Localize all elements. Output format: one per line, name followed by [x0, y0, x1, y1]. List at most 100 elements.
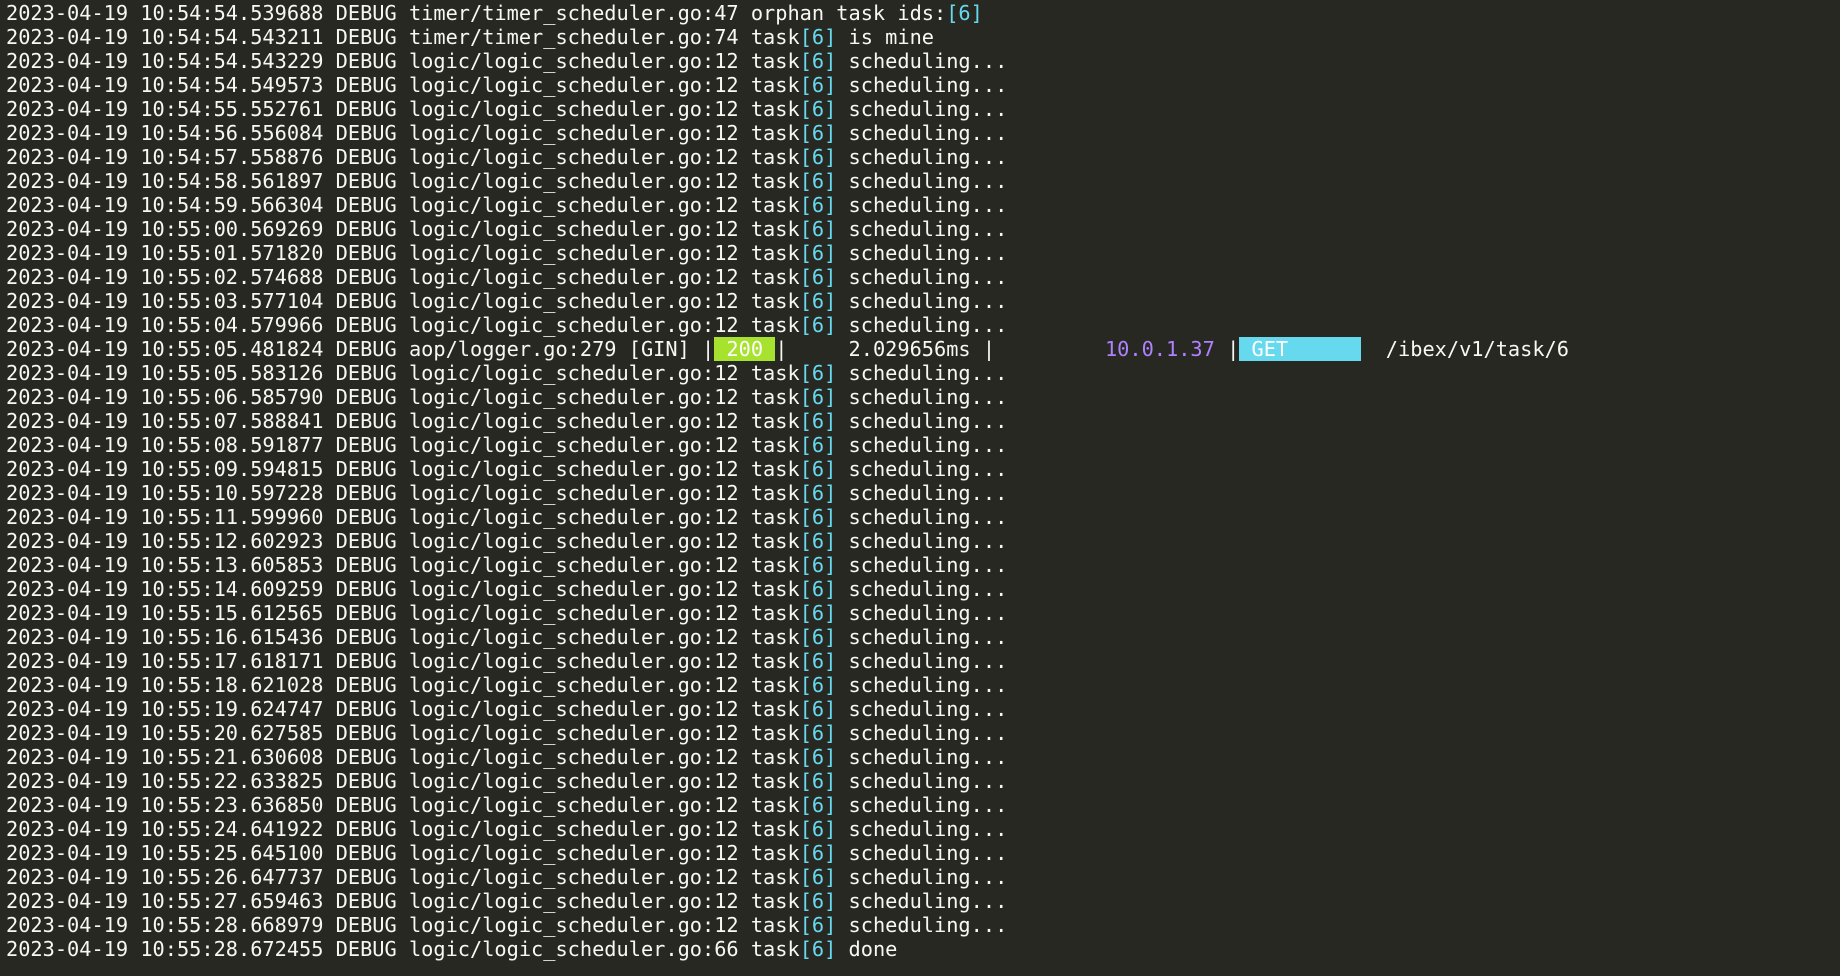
log-text: 2023-04-19 10:55:21.630608 DEBUG logic/l…: [6, 745, 800, 769]
log-message: scheduling...: [836, 913, 1008, 937]
task-id-tag: [6]: [799, 193, 837, 217]
log-message: scheduling...: [836, 865, 1008, 889]
log-line: 2023-04-19 10:54:54.539688 DEBUG timer/t…: [6, 1, 1840, 25]
log-message: scheduling...: [836, 385, 1008, 409]
log-message: scheduling...: [836, 745, 1008, 769]
log-message: scheduling...: [836, 313, 1008, 337]
log-text: 2023-04-19 10:55:19.624747 DEBUG logic/l…: [6, 697, 800, 721]
log-message: scheduling...: [836, 49, 1008, 73]
log-message: scheduling...: [836, 97, 1008, 121]
log-line: 2023-04-19 10:55:28.668979 DEBUG logic/l…: [6, 913, 1840, 937]
status-code-badge: 200: [714, 337, 776, 361]
log-message: scheduling...: [836, 673, 1008, 697]
log-text: 2023-04-19 10:54:54.543229 DEBUG logic/l…: [6, 49, 800, 73]
log-line: 2023-04-19 10:55:01.571820 DEBUG logic/l…: [6, 241, 1840, 265]
log-text: 2023-04-19 10:55:06.585790 DEBUG logic/l…: [6, 385, 800, 409]
task-id-tag: [6]: [799, 433, 837, 457]
log-message: scheduling...: [836, 769, 1008, 793]
log-text: 2023-04-19 10:54:58.561897 DEBUG logic/l…: [6, 169, 800, 193]
log-line: 2023-04-19 10:55:00.569269 DEBUG logic/l…: [6, 217, 1840, 241]
task-id-tag: [6]: [799, 313, 837, 337]
log-line: 2023-04-19 10:55:16.615436 DEBUG logic/l…: [6, 625, 1840, 649]
log-message: scheduling...: [836, 361, 1008, 385]
task-id-tag: [6]: [799, 457, 837, 481]
log-line: 2023-04-19 10:54:55.552761 DEBUG logic/l…: [6, 97, 1840, 121]
log-line: 2023-04-19 10:55:19.624747 DEBUG logic/l…: [6, 697, 1840, 721]
task-id-tag: [6]: [799, 697, 837, 721]
task-id-tag: [6]: [799, 601, 837, 625]
log-line: 2023-04-19 10:55:10.597228 DEBUG logic/l…: [6, 481, 1840, 505]
log-text: 2023-04-19 10:55:27.659463 DEBUG logic/l…: [6, 889, 800, 913]
log-text: 2023-04-19 10:55:23.636850 DEBUG logic/l…: [6, 793, 800, 817]
log-message: scheduling...: [836, 217, 1008, 241]
log-message: scheduling...: [836, 601, 1008, 625]
task-id-tag: [6]: [799, 577, 837, 601]
task-id-tag: [6]: [799, 841, 837, 865]
log-text: 2023-04-19 10:55:13.605853 DEBUG logic/l…: [6, 553, 800, 577]
log-message: scheduling...: [836, 265, 1008, 289]
log-message: scheduling...: [836, 457, 1008, 481]
log-text: 2023-04-19 10:55:11.599960 DEBUG logic/l…: [6, 505, 800, 529]
log-message: scheduling...: [836, 505, 1008, 529]
task-id-tag: [6]: [799, 73, 837, 97]
log-text: 2023-04-19 10:55:03.577104 DEBUG logic/l…: [6, 289, 800, 313]
log-line: 2023-04-19 10:55:09.594815 DEBUG logic/l…: [6, 457, 1840, 481]
log-line: 2023-04-19 10:55:27.659463 DEBUG logic/l…: [6, 889, 1840, 913]
task-id-tag: [6]: [799, 97, 837, 121]
log-text: 2023-04-19 10:55:09.594815 DEBUG logic/l…: [6, 457, 800, 481]
log-line: 2023-04-19 10:54:58.561897 DEBUG logic/l…: [6, 169, 1840, 193]
log-line: 2023-04-19 10:55:28.672455 DEBUG logic/l…: [6, 937, 1840, 961]
task-id-tag: [6]: [799, 721, 837, 745]
task-id-tag: [6]: [799, 265, 837, 289]
log-text: 2023-04-19 10:55:26.647737 DEBUG logic/l…: [6, 865, 800, 889]
log-line: 2023-04-19 10:55:07.588841 DEBUG logic/l…: [6, 409, 1840, 433]
task-id-tag: [6]: [799, 385, 837, 409]
log-text: 2023-04-19 10:55:25.645100 DEBUG logic/l…: [6, 841, 800, 865]
log-text: 2023-04-19 10:55:01.571820 DEBUG logic/l…: [6, 241, 800, 265]
log-message: scheduling...: [836, 841, 1008, 865]
log-line: 2023-04-19 10:55:08.591877 DEBUG logic/l…: [6, 433, 1840, 457]
log-line: 2023-04-19 10:55:11.599960 DEBUG logic/l…: [6, 505, 1840, 529]
task-id-tag: [6]: [799, 529, 837, 553]
log-message: scheduling...: [836, 793, 1008, 817]
log-line: 2023-04-19 10:54:56.556084 DEBUG logic/l…: [6, 121, 1840, 145]
task-id-tag: [6]: [799, 793, 837, 817]
log-line: 2023-04-19 10:55:12.602923 DEBUG logic/l…: [6, 529, 1840, 553]
gin-log-prefix: 2023-04-19 10:55:05.481824 DEBUG aop/log…: [6, 337, 715, 361]
log-line: 2023-04-19 10:55:23.636850 DEBUG logic/l…: [6, 793, 1840, 817]
log-message: scheduling...: [836, 409, 1008, 433]
log-line: 2023-04-19 10:55:03.577104 DEBUG logic/l…: [6, 289, 1840, 313]
task-id-tag: [6]: [799, 649, 837, 673]
log-text: 2023-04-19 10:55:07.588841 DEBUG logic/l…: [6, 409, 800, 433]
log-message: scheduling...: [836, 889, 1008, 913]
log-line: 2023-04-19 10:54:54.543229 DEBUG logic/l…: [6, 49, 1840, 73]
log-line: 2023-04-19 10:55:06.585790 DEBUG logic/l…: [6, 385, 1840, 409]
terminal-output[interactable]: 2023-04-19 10:54:54.539688 DEBUG timer/t…: [0, 0, 1840, 976]
log-message: scheduling...: [836, 241, 1008, 265]
log-text: 2023-04-19 10:55:04.579966 DEBUG logic/l…: [6, 313, 800, 337]
log-line: 2023-04-19 10:54:59.566304 DEBUG logic/l…: [6, 193, 1840, 217]
log-message: scheduling...: [836, 721, 1008, 745]
log-text: 2023-04-19 10:54:56.556084 DEBUG logic/l…: [6, 121, 800, 145]
log-text: 2023-04-19 10:54:54.549573 DEBUG logic/l…: [6, 73, 800, 97]
log-text: 2023-04-19 10:55:00.569269 DEBUG logic/l…: [6, 217, 800, 241]
http-method-badge: GET: [1239, 337, 1362, 361]
gin-log-separator: |: [1214, 337, 1240, 361]
log-message: done: [836, 937, 898, 961]
task-id-tag: [6]: [799, 121, 837, 145]
task-id-tag: [6]: [799, 145, 837, 169]
log-message: scheduling...: [836, 481, 1008, 505]
log-line: 2023-04-19 10:55:20.627585 DEBUG logic/l…: [6, 721, 1840, 745]
log-message: scheduling...: [836, 193, 1008, 217]
log-text: 2023-04-19 10:54:54.539688 DEBUG timer/t…: [6, 1, 947, 25]
task-id-tag: [6]: [799, 481, 837, 505]
log-line: 2023-04-19 10:55:22.633825 DEBUG logic/l…: [6, 769, 1840, 793]
log-text: 2023-04-19 10:55:24.641922 DEBUG logic/l…: [6, 817, 800, 841]
request-path: /ibex/v1/task/6: [1361, 337, 1569, 361]
log-message: scheduling...: [836, 289, 1008, 313]
log-text: 2023-04-19 10:55:05.583126 DEBUG logic/l…: [6, 361, 800, 385]
log-text: 2023-04-19 10:55:02.574688 DEBUG logic/l…: [6, 265, 800, 289]
log-line: 2023-04-19 10:55:24.641922 DEBUG logic/l…: [6, 817, 1840, 841]
log-message: scheduling...: [836, 433, 1008, 457]
task-id-tag: [6]: [799, 49, 837, 73]
